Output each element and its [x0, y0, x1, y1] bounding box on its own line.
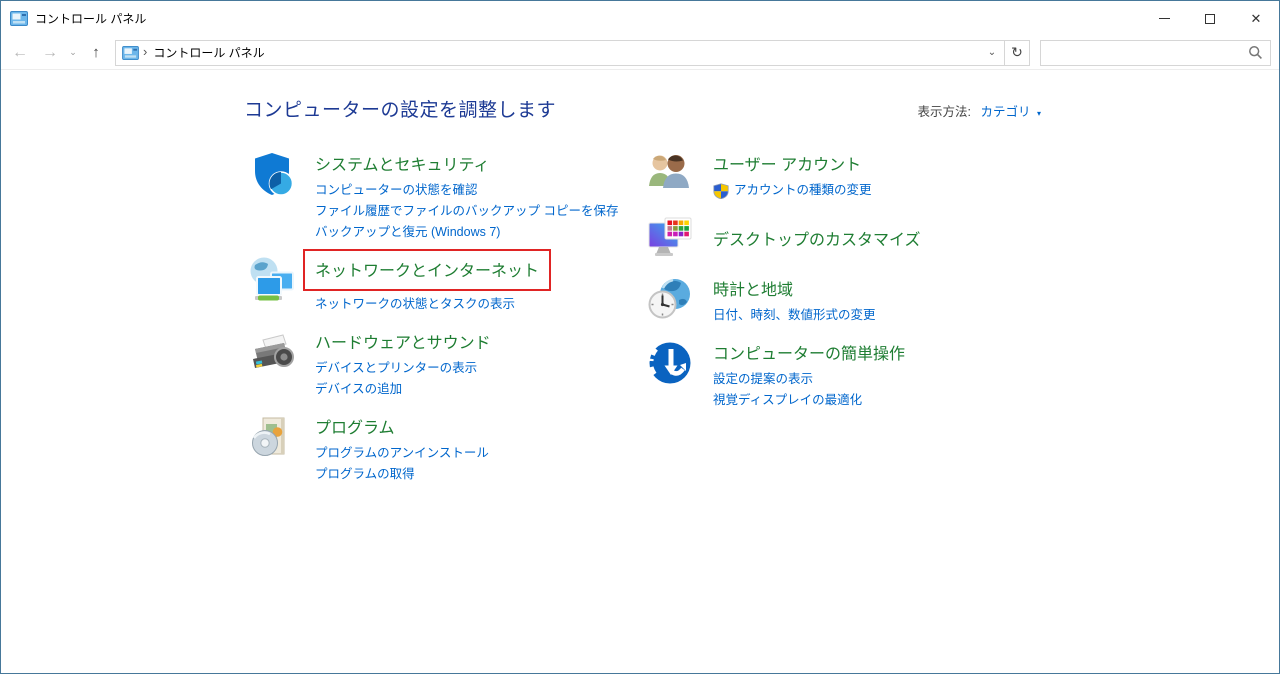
content-area: コンピューターの設定を調整します 表示方法: カテゴリ ▾ システムとセキュリテ… [1, 70, 1279, 673]
task-optimize-visual-display[interactable]: 視覚ディスプレイの最適化 [713, 390, 905, 411]
task-change-account-type[interactable]: アカウントの種類の変更 [734, 180, 872, 201]
search-input[interactable] [1049, 45, 1248, 60]
view-by: 表示方法: カテゴリ ▾ [918, 101, 1041, 120]
user-accounts-icon[interactable] [646, 150, 694, 198]
title-bar: コントロール パネル ✕ [1, 1, 1279, 36]
task-uninstall-program[interactable]: プログラムのアンインストール [315, 443, 489, 464]
category-programs: プログラム プログラムのアンインストール プログラムの取得 [248, 413, 638, 485]
task-add-device[interactable]: デバイスの追加 [315, 379, 491, 400]
back-icon[interactable]: ← [5, 44, 35, 61]
category-appearance-personalization: デスクトップのカスタマイズ [646, 214, 1036, 262]
clock-region-icon[interactable] [646, 275, 694, 323]
minimize-button[interactable] [1141, 1, 1187, 36]
task-view-devices-printers[interactable]: デバイスとプリンターの表示 [315, 358, 491, 379]
search-box[interactable] [1040, 39, 1271, 66]
close-button[interactable]: ✕ [1233, 1, 1279, 36]
task-check-computer-status[interactable]: コンピューターの状態を確認 [315, 180, 618, 201]
search-icon [1248, 45, 1263, 60]
breadcrumb-item[interactable]: コントロール パネル [153, 44, 264, 61]
appearance-personalization-icon[interactable] [646, 214, 694, 262]
task-change-date-time-format[interactable]: 日付、時刻、数値形式の変更 [713, 305, 876, 326]
category-title-network-internet[interactable]: ネットワークとインターネット [303, 249, 552, 291]
history-dropdown-icon[interactable]: ⌄ [65, 47, 81, 58]
task-suggested-settings[interactable]: 設定の提案の表示 [713, 369, 905, 390]
hardware-sound-icon[interactable] [248, 328, 296, 376]
view-by-dropdown[interactable]: カテゴリ [980, 105, 1030, 119]
category-title-ease-of-access[interactable]: コンピューターの簡単操作 [713, 340, 905, 364]
category-hardware-sound: ハードウェアとサウンド デバイスとプリンターの表示 デバイスの追加 [248, 328, 638, 400]
address-bar[interactable]: › コントロール パネル ⌄ ↻ [115, 39, 1030, 66]
uac-shield-icon [713, 182, 729, 199]
window-controls: ✕ [1141, 1, 1279, 36]
category-system-security: システムとセキュリティ コンピューターの状態を確認 ファイル履歴でファイルのバッ… [248, 150, 638, 243]
control-panel-icon [10, 11, 28, 26]
category-title-user-accounts[interactable]: ユーザー アカウント [713, 151, 861, 175]
category-ease-of-access: コンピューターの簡単操作 設定の提案の表示 視覚ディスプレイの最適化 [646, 339, 1036, 411]
content-header: コンピューターの設定を調整します 表示方法: カテゴリ ▾ [244, 95, 1041, 122]
breadcrumb-chevron-icon: › [143, 44, 148, 59]
category-title-hardware-sound[interactable]: ハードウェアとサウンド [315, 329, 491, 353]
forward-icon[interactable]: → [35, 44, 65, 61]
view-by-caret-icon[interactable]: ▾ [1037, 109, 1041, 118]
control-panel-window: コントロール パネル ✕ ← → ⌄ ↑ › コントロール パネル ⌄ ↻ コン… [0, 0, 1280, 674]
category-title-clock-region[interactable]: 時計と地域 [713, 276, 793, 300]
category-title-appearance[interactable]: デスクトップのカスタマイズ [713, 226, 921, 250]
category-title-programs[interactable]: プログラム [315, 414, 395, 438]
task-get-programs[interactable]: プログラムの取得 [315, 464, 489, 485]
task-backup-restore-windows7[interactable]: バックアップと復元 (Windows 7) [315, 222, 618, 243]
address-dropdown-icon[interactable]: ⌄ [980, 47, 1004, 58]
network-internet-icon[interactable] [248, 256, 296, 304]
left-column: システムとセキュリティ コンピューターの状態を確認 ファイル履歴でファイルのバッ… [248, 150, 638, 498]
category-user-accounts: ユーザー アカウント アカウントの種類の変更 [646, 150, 1036, 201]
refresh-icon[interactable]: ↻ [1004, 40, 1029, 65]
view-by-label: 表示方法: [917, 105, 971, 119]
programs-icon[interactable] [248, 413, 296, 461]
task-view-network-status[interactable]: ネットワークの状態とタスクの表示 [315, 294, 551, 315]
window-title: コントロール パネル [35, 12, 147, 26]
maximize-button[interactable] [1187, 1, 1233, 36]
task-file-history-backup[interactable]: ファイル履歴でファイルのバックアップ コピーを保存 [315, 201, 618, 222]
up-icon[interactable]: ↑ [81, 44, 111, 61]
category-clock-region: 時計と地域 日付、時刻、数値形式の変更 [646, 275, 1036, 326]
category-title-system-security[interactable]: システムとセキュリティ [315, 151, 490, 175]
page-title: コンピューターの設定を調整します [244, 100, 557, 121]
system-security-shield-icon[interactable] [248, 150, 296, 198]
right-column: ユーザー アカウント アカウントの種類の変更 デスクトップのカスタマイズ 時計と… [646, 150, 1036, 424]
navigation-bar: ← → ⌄ ↑ › コントロール パネル ⌄ ↻ [1, 36, 1279, 70]
address-control-panel-icon [122, 45, 139, 60]
category-network-internet: ネットワークとインターネット ネットワークの状態とタスクの表示 [248, 249, 638, 315]
ease-of-access-icon[interactable] [646, 339, 694, 387]
